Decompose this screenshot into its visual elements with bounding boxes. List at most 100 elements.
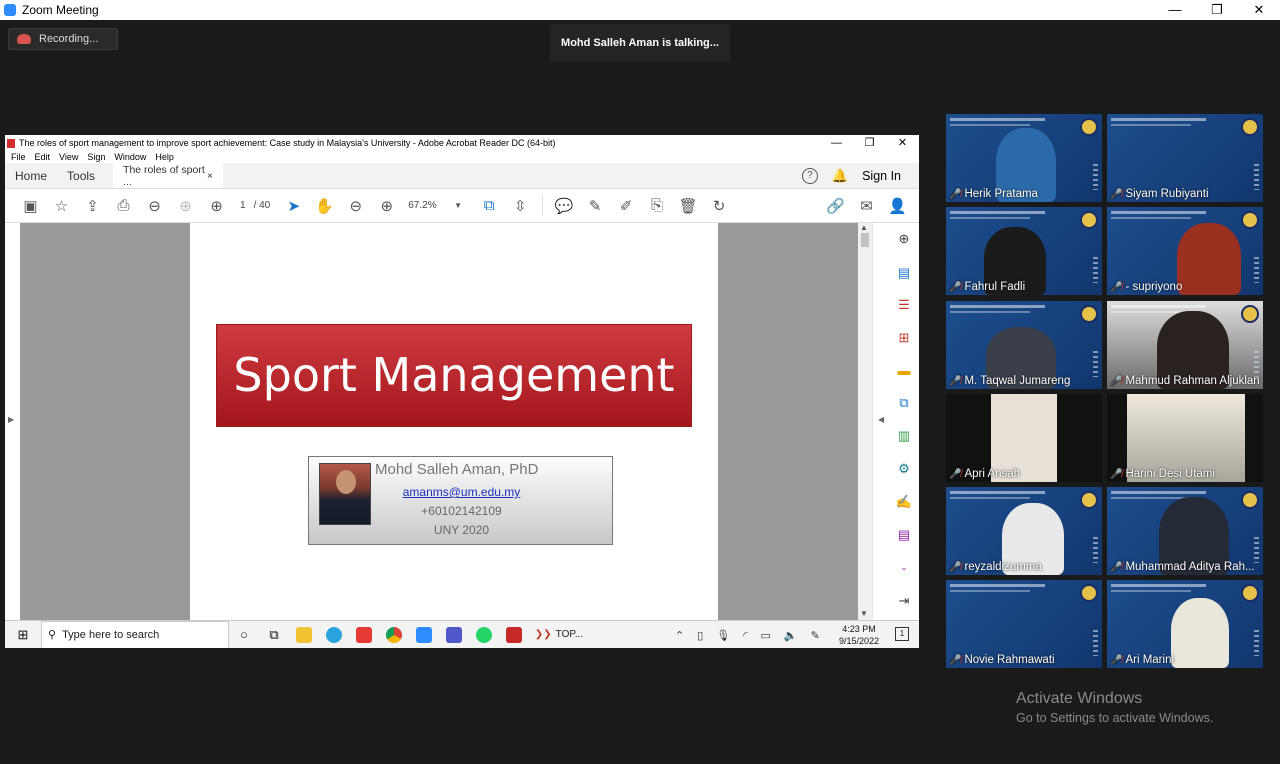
restore-button[interactable]: ❐ [1196, 0, 1238, 20]
taskbar-clock[interactable]: 4:23 PM 9/15/2022 [839, 623, 879, 647]
tray-chevron-up-icon[interactable]: ⌃ [675, 629, 684, 642]
windows-start-icon[interactable]: ⊞ [5, 627, 41, 643]
menu-sign[interactable]: Sign [87, 152, 105, 162]
minimize-button[interactable]: — [1154, 0, 1196, 20]
organize-pages-icon[interactable]: ☰ [895, 297, 913, 313]
tab-close-icon[interactable]: × [207, 170, 213, 182]
menu-window[interactable]: Window [114, 152, 146, 162]
participant-tile[interactable]: 🎤̸ M. Taqwal Jumareng [946, 301, 1102, 389]
task-view-icon[interactable]: ⧉ [259, 621, 289, 649]
participant-tile[interactable]: 🎤̸ Fahrul Fadli [946, 207, 1102, 295]
combine-files-icon[interactable]: ⧉ [895, 395, 913, 411]
export-pdf-icon[interactable]: ▤ [895, 265, 913, 281]
upload-icon[interactable]: ⇪ [77, 195, 108, 217]
acrobat-taskbar-icon[interactable] [499, 621, 529, 649]
bell-icon[interactable]: 🔔 [832, 168, 848, 184]
file-explorer-icon[interactable] [289, 621, 319, 649]
acrobat-restore-button[interactable]: ❐ [853, 135, 886, 151]
participant-tile[interactable]: 🎤̸ - supriyono [1107, 207, 1263, 295]
pen-icon[interactable]: ✎ [811, 629, 820, 642]
participant-tile[interactable]: 🎤̸ Novie Rahmawati [946, 580, 1102, 668]
create-pdf-icon[interactable]: ⊞ [895, 330, 913, 346]
prev-page-icon[interactable]: ⊕ [170, 195, 201, 217]
stamp-icon[interactable]: ⎘ [642, 195, 673, 217]
search-zoom-icon[interactable]: ⊕ [895, 231, 913, 247]
zoom-out-icon[interactable]: ⊖ [340, 195, 371, 217]
menu-view[interactable]: View [59, 152, 78, 162]
scroll-up-icon[interactable]: ▲ [860, 223, 868, 232]
anydesk-icon[interactable] [349, 621, 379, 649]
tab-document[interactable]: The roles of sport ... × [113, 163, 224, 188]
telegram-icon[interactable] [319, 621, 349, 649]
notification-icon[interactable]: 1 [895, 627, 909, 641]
mail-icon[interactable]: ✉ [851, 195, 882, 217]
delete-icon[interactable]: 🗑 [673, 195, 704, 217]
bookmark-star-icon[interactable]: ☆ [46, 195, 77, 217]
participant-tile[interactable]: 🎤̸ Muhammad Aditya Rah... [1107, 487, 1263, 575]
participant-tile[interactable]: 🎤̸ Siyam Rubiyanti [1107, 114, 1263, 202]
vertical-scrollbar[interactable]: ▲ ▼ [858, 223, 872, 620]
microphone-icon[interactable]: 🎙 [716, 629, 730, 642]
participant-tile[interactable]: 🎤̸ Herik Pratama [946, 114, 1102, 202]
comment-panel-icon[interactable]: ▬ [895, 363, 913, 379]
participant-tile[interactable]: 🎤̸ Ari Marini [1107, 580, 1263, 668]
acrobat-minimize-button[interactable]: — [820, 135, 853, 151]
wifi-icon[interactable]: ◜ [743, 629, 747, 642]
tab-home[interactable]: Home [5, 163, 57, 188]
next-page-icon[interactable]: ⊕ [201, 195, 232, 217]
menu-edit[interactable]: Edit [35, 152, 51, 162]
fit-page-icon[interactable]: ⧉ [474, 195, 505, 217]
draw-icon[interactable]: ✐ [611, 195, 642, 217]
participant-tile[interactable]: 🎤̸ reyzaldizumma [946, 487, 1102, 575]
chrome-icon[interactable] [379, 621, 409, 649]
university-logo [1080, 584, 1098, 602]
zoom-in-icon[interactable]: ⊕ [371, 195, 402, 217]
scroll-down-icon[interactable]: ▼ [860, 609, 868, 618]
rotate-icon[interactable]: ↻ [704, 195, 735, 217]
fill-sign-icon[interactable]: ✍ [895, 494, 913, 510]
tray-device-icon[interactable]: ▯ [697, 629, 703, 642]
chevron-down-icon[interactable]: ▼ [443, 195, 474, 217]
print-icon[interactable]: ⎙ [108, 195, 139, 217]
highlight-pen-icon[interactable]: ✎ [580, 195, 611, 217]
share-user-icon[interactable]: 👤 [882, 195, 913, 217]
scroll-thumb[interactable] [861, 233, 869, 247]
volume-icon[interactable]: 🔈 [784, 629, 798, 642]
more-tools-chevron-down-icon[interactable]: ⌄ [895, 559, 913, 575]
recording-indicator[interactable]: Recording... [8, 28, 118, 50]
close-button[interactable]: ✕ [1238, 0, 1280, 20]
taskbar-search[interactable]: ⚲ Type here to search [41, 620, 229, 648]
author-email-link[interactable]: amanms@um.edu.my [309, 485, 614, 499]
scan-icon[interactable]: ⚙ [895, 461, 913, 477]
collapse-right-panel-icon[interactable]: ◀ [878, 415, 884, 424]
teams-icon[interactable] [439, 621, 469, 649]
comment-icon[interactable]: 💬 [549, 195, 580, 217]
tab-tools[interactable]: Tools [57, 163, 105, 188]
organize-icon[interactable]: ▥ [895, 428, 913, 444]
protect-icon[interactable]: ▤ [895, 527, 913, 543]
save-icon[interactable]: ▣ [15, 195, 46, 217]
cortana-icon[interactable]: ○ [229, 621, 259, 649]
zoom-level-select[interactable]: 67.2% [408, 200, 436, 211]
page-navigator: 1 / 40 [240, 200, 270, 211]
participant-tile[interactable]: 🎤̸ Apri Ansah [946, 394, 1102, 482]
help-icon[interactable]: ? [801, 168, 818, 184]
battery-icon[interactable]: ▭ [761, 629, 771, 642]
menu-file[interactable]: File [11, 152, 26, 162]
link-icon[interactable]: 🔗 [820, 195, 851, 217]
page-current-input[interactable]: 1 [240, 200, 246, 211]
whatsapp-icon[interactable] [469, 621, 499, 649]
participant-tile[interactable]: 🎤̸ Harini Desi Utami [1107, 394, 1263, 482]
sign-in-button[interactable]: Sign In [862, 169, 901, 183]
scroll-mode-icon[interactable]: ⇳ [505, 195, 536, 217]
expand-left-panel-icon[interactable]: ▶ [8, 415, 14, 424]
zoom-out-search-icon[interactable]: ⊖ [139, 195, 170, 217]
menu-help[interactable]: Help [155, 152, 174, 162]
hand-tool-icon[interactable]: ✋ [309, 195, 340, 217]
acrobat-close-button[interactable]: ✕ [886, 135, 919, 151]
news-widget-icon[interactable]: ❯❯ TOP... [529, 621, 589, 649]
zoom-taskbar-icon[interactable] [409, 621, 439, 649]
panel-exit-icon[interactable]: ⇥ [895, 593, 913, 609]
participant-tile[interactable]: 🎤̸ Mahmud Rahman Aljuklan [1107, 301, 1263, 389]
select-cursor-icon[interactable]: ➤ [278, 195, 309, 217]
